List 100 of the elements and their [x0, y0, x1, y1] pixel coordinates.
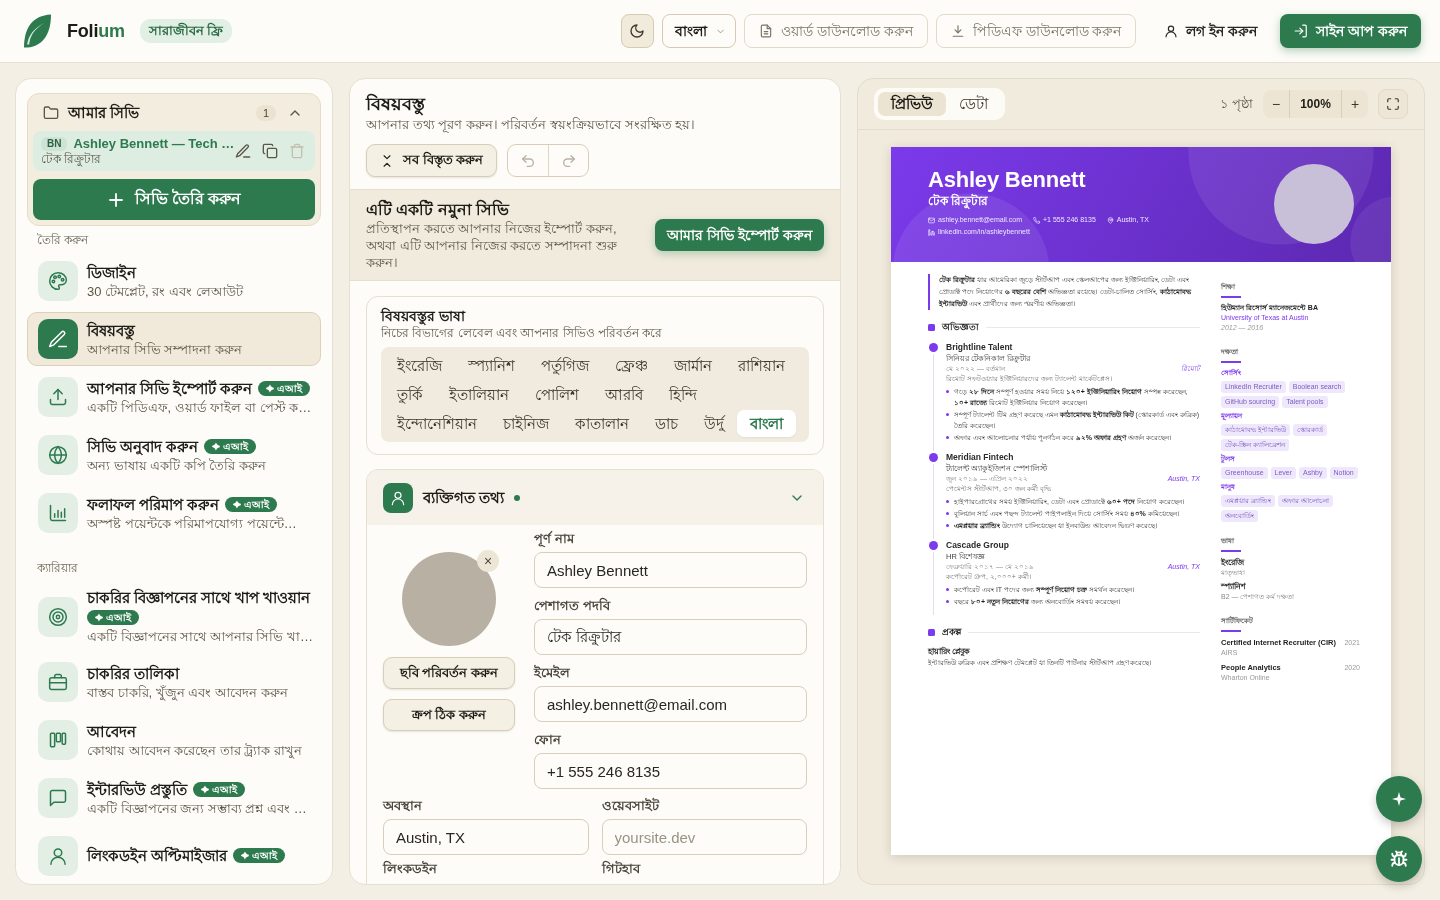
language-option[interactable]: ইংরেজি: [384, 352, 455, 379]
language-option[interactable]: পোলিশ: [522, 381, 592, 408]
pdf-download-button[interactable]: পিডিএফ ডাউনলোড করুন: [935, 14, 1137, 48]
nav-item[interactable]: লিংকডইন অপ্টিমাইজার ✦ এআই: [27, 829, 321, 883]
bar-chart-icon: [38, 493, 78, 533]
signup-button[interactable]: সাইন আপ করুন: [1280, 14, 1421, 48]
zoom-level: 100%: [1289, 90, 1342, 118]
pencil-icon: [38, 319, 78, 359]
nav-item-subtitle: একটি পিডিএফ, ওয়ার্ড ফাইল বা পেস্ট ক…: [87, 398, 313, 416]
language-option[interactable]: পর্তুগিজ: [528, 352, 602, 379]
change-photo-button[interactable]: ছবি পরিবর্তন করুন: [383, 657, 515, 689]
create-cv-button[interactable]: সিভি তৈরি করুন: [33, 179, 315, 220]
initials-badge: BN: [41, 136, 68, 151]
plus-icon: [106, 190, 125, 209]
nav-item[interactable]: ফলাফল পরিমাপ করুন ✦ এআই অস্পষ্ট পয়েন্টকে পরিমাপযোগ্য পয়েন্টে…: [27, 486, 321, 540]
company-name: Brightline Talent: [946, 341, 1014, 353]
nav-section-heading: ক্যারিয়ার: [37, 560, 79, 576]
section-title: আমার সিভি: [68, 103, 140, 123]
text-field[interactable]: Ashley Bennett: [534, 552, 807, 588]
document-icon: [758, 24, 773, 38]
language-select[interactable]: বাংলা: [661, 14, 736, 48]
nav-item[interactable]: ডিজাইন 30 টেমপ্লেট, রং এবং লেআউট: [27, 254, 321, 308]
language-option[interactable]: উর্দু: [691, 410, 737, 437]
palette-icon: [38, 261, 78, 301]
zoom-in-button[interactable]: +: [1342, 90, 1368, 118]
language-option[interactable]: ইতালিয়ান: [436, 381, 522, 408]
fullscreen-button[interactable]: [1378, 89, 1408, 119]
login-button[interactable]: লগ ইন করুন: [1156, 14, 1266, 48]
bullet-icon: [946, 500, 949, 503]
language-option[interactable]: জার্মান: [661, 352, 725, 379]
language-option[interactable]: বাংলা: [737, 410, 796, 437]
timeline-dot-icon: [928, 343, 938, 352]
company-name: Meridian Fintech: [946, 451, 1015, 463]
import-cv-button[interactable]: আমার সিভি ইম্পোর্ট করুন: [655, 219, 824, 251]
user-icon: [383, 482, 413, 513]
banner-title: এটি একটি নমুনা সিভি: [366, 199, 511, 220]
text-field[interactable]: yoursite.dev: [601, 819, 807, 855]
nav-item-subtitle: বাস্তব চাকরি, খুঁজুন এবং আবেদন করুন: [87, 683, 289, 701]
page-count: ১ পৃষ্ঠা: [1220, 95, 1253, 113]
bullet-icon: [946, 600, 949, 603]
resume-title: টেক রিক্রুটার: [928, 193, 990, 209]
language-option[interactable]: স্প্যানিশ: [455, 352, 528, 379]
nav-item-subtitle: আপনার সিভি সম্পাদনা করুন: [87, 340, 243, 358]
view-tab[interactable]: ডেটা: [946, 92, 1001, 116]
company-name: Cascade Group: [946, 539, 1010, 551]
nav-item[interactable]: আপনার সিভি ইম্পোর্ট করুন ✦ এআই একটি পিডিএফ, ওয়ার্ড ফাইল বা পেস্ট ক…: [27, 370, 321, 424]
pencil-icon: [235, 143, 251, 159]
language-option[interactable]: ফ্রেঞ্চ: [602, 352, 661, 379]
edit-button[interactable]: [233, 141, 253, 161]
text-field[interactable]: +1 555 246 8135: [534, 753, 807, 789]
globe-icon: [38, 435, 78, 475]
nav-item-subtitle: 30 টেমপ্লেট, রং এবং লেআউট: [87, 282, 244, 300]
cv-name: Ashley Bennett — Tech …: [73, 135, 235, 152]
moon-icon: [629, 23, 646, 39]
field-label: ফোন: [534, 731, 562, 748]
folder-icon: [43, 105, 59, 121]
nav-item[interactable]: সিভি অনুবাদ করুন ✦ এআই অন্য ভাষায় একটি কপি তৈরি করুন: [27, 428, 321, 482]
language-option[interactable]: চাইনিজ: [490, 410, 562, 437]
logo-text: Folium: [67, 20, 125, 42]
nav-item[interactable]: বিষয়বস্তু আপনার সিভি সম্পাদনা করুন: [27, 312, 321, 366]
text-field[interactable]: Austin, TX: [383, 819, 589, 855]
text-field[interactable]: ashley.bennett@email.com: [534, 686, 807, 722]
language-option[interactable]: আরবি: [592, 381, 656, 408]
timeline-dot-icon: [928, 541, 938, 550]
field-label: পেশাগত পদবি: [534, 597, 612, 614]
nav-item[interactable]: চাকরির তালিকা বাস্তব চাকরি, খুঁজুন এবং আবেদন করুন: [27, 655, 321, 709]
columns-icon: [38, 720, 78, 760]
zoom-out-button[interactable]: −: [1263, 90, 1289, 118]
nav-item[interactable]: ইন্টারভিউ প্রস্তুতি ✦ এআই একটি বিজ্ঞাপনের জন্য সম্ভাব্য প্রশ্ন এবং …: [27, 771, 321, 825]
square-marker-icon: [928, 629, 935, 636]
square-marker-icon: [928, 324, 935, 331]
language-option[interactable]: তুর্কি: [384, 381, 436, 408]
language-option[interactable]: ইন্দোনেশিয়ান: [384, 410, 490, 437]
expand-all-button[interactable]: সব বিস্তৃত করুন: [366, 144, 498, 177]
duplicate-button[interactable]: [260, 141, 280, 161]
download-icon: [950, 24, 965, 38]
nav-item-subtitle: একটি বিজ্ঞাপনের সাথে আপনার সিভি খা…: [87, 628, 315, 645]
panel-subtitle: আপনার তথ্য পূরণ করুন। পরিবর্তন স্বয়ংক্রিয়ভাবে সংরক্ষিত হয়।: [366, 116, 697, 133]
text-field[interactable]: টেক রিক্রুটার: [534, 619, 807, 655]
nav-item-title: ডিজাইন: [87, 264, 136, 281]
remove-photo-button[interactable]: ×: [477, 550, 499, 572]
nav-item-title: চাকরির তালিকা: [87, 665, 180, 682]
user-icon: [1164, 24, 1179, 38]
word-download-button[interactable]: ওয়ার্ড ডাউনলোড করুন: [743, 14, 928, 48]
copy-icon: [262, 143, 278, 159]
theme-toggle-button[interactable]: [620, 14, 654, 48]
speech-bubble-icon: [38, 778, 78, 818]
language-option[interactable]: ডাচ: [642, 410, 691, 437]
language-option[interactable]: কাতালান: [562, 410, 642, 437]
nav-item[interactable]: চাকরির বিজ্ঞাপনের সাথে খাপ খাওয়ান ✦ এআই একটি বিজ্ঞাপনের সাথে আপনার সিভি খা…: [27, 582, 321, 651]
bullet-icon: [946, 436, 949, 439]
language-option[interactable]: রাশিয়ান: [725, 352, 798, 379]
view-tab[interactable]: প্রিভিউ: [878, 92, 946, 116]
cv-list-item[interactable]: BN Ashley Bennett — Tech … টেক রিক্রুটার: [33, 131, 315, 171]
field-label: ওয়েবসাইট: [601, 798, 661, 814]
map-pin-icon: [1106, 216, 1114, 224]
crop-button[interactable]: ক্রপ ঠিক করুন: [383, 699, 515, 731]
user-icon: [38, 836, 78, 876]
language-option[interactable]: হিন্দি: [656, 381, 710, 408]
nav-item[interactable]: আবেদন কোথায় আবেদন করেছেন তার ট্র্যাক রাখুন: [27, 713, 321, 767]
